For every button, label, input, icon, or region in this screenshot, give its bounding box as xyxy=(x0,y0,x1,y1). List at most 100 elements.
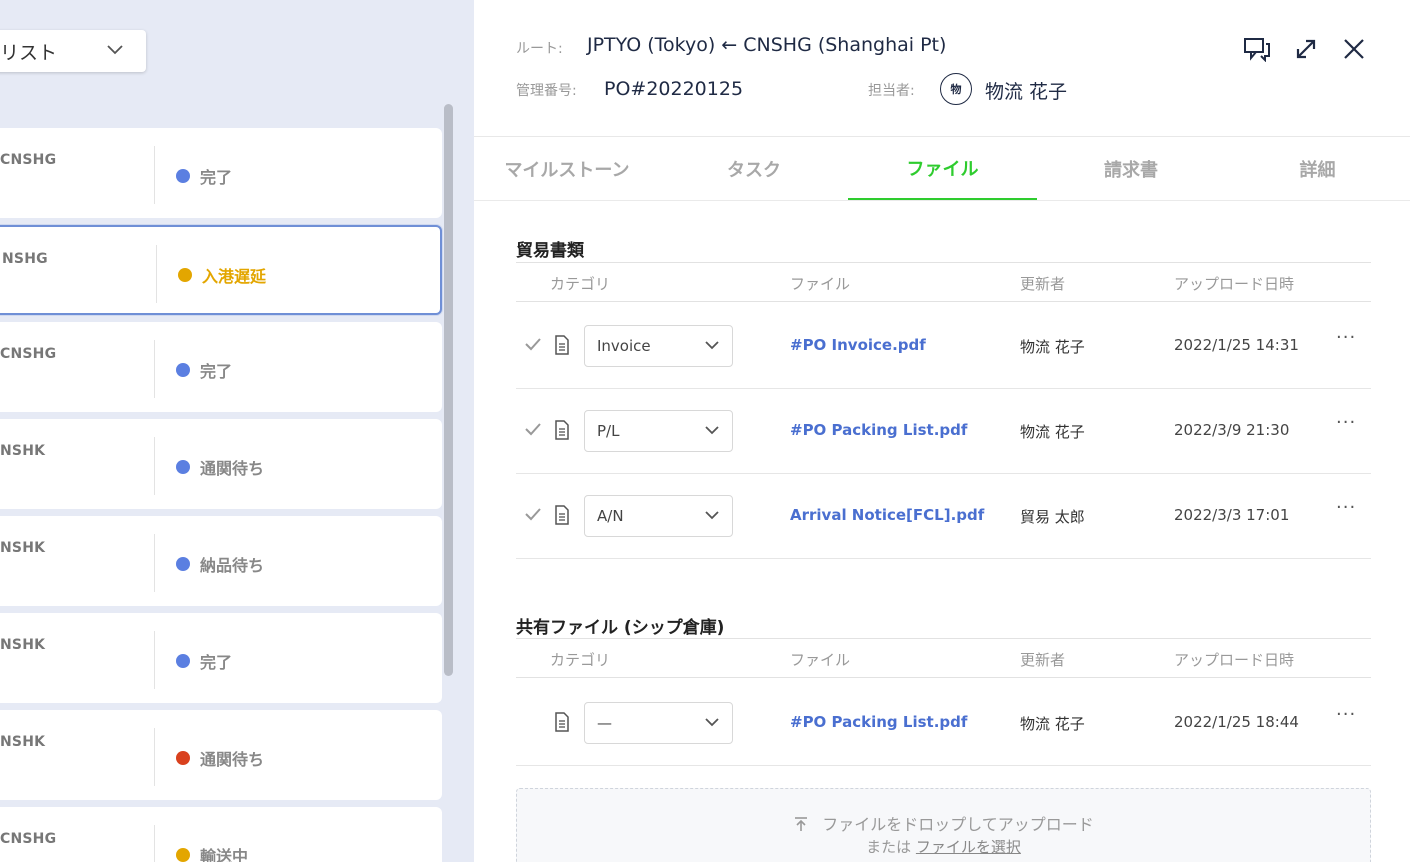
upload-icon xyxy=(795,817,808,831)
chevron-down-icon xyxy=(705,341,719,350)
tab-invoices[interactable]: 請求書 xyxy=(1037,137,1225,200)
avatar: 物 xyxy=(940,73,972,105)
file-link[interactable]: #PO Packing List.pdf xyxy=(790,713,967,731)
more-options-icon[interactable]: ··· xyxy=(1336,327,1356,348)
status-dot-icon xyxy=(176,169,190,183)
more-options-icon[interactable]: ··· xyxy=(1336,412,1356,433)
updater-name: 物流 花子 xyxy=(1020,715,1085,733)
tab-milestones[interactable]: マイルストーン xyxy=(474,137,660,200)
port-code: CNSHG xyxy=(0,346,57,362)
shipment-card[interactable]: NSHG 入港遅延 xyxy=(0,225,442,315)
status-badge: 完了 xyxy=(176,649,232,673)
tab-files[interactable]: ファイル xyxy=(848,137,1037,200)
chevron-down-icon xyxy=(705,718,719,727)
col-updater: 更新者 xyxy=(1020,651,1066,669)
category-value: A/N xyxy=(597,507,624,525)
status-badge: 輸送中 xyxy=(176,843,248,862)
select-file-link[interactable]: ファイルを選択 xyxy=(916,838,1021,856)
chat-icon[interactable] xyxy=(1242,34,1272,64)
category-select[interactable]: A/N xyxy=(584,495,733,537)
file-link[interactable]: #PO Invoice.pdf xyxy=(790,336,926,354)
card-divider xyxy=(156,245,157,303)
status-text: 輸送中 xyxy=(200,847,249,862)
assignee-label: 担当者: xyxy=(868,83,915,99)
tab-details[interactable]: 詳細 xyxy=(1225,137,1410,200)
route-label: ルート: xyxy=(516,41,563,57)
trade-docs-title: 貿易書類 xyxy=(516,241,584,261)
card-divider xyxy=(154,728,155,786)
status-badge: 完了 xyxy=(176,164,232,188)
status-text: 完了 xyxy=(200,653,233,672)
status-text: 納品待ち xyxy=(200,556,265,575)
chevron-down-icon xyxy=(107,45,123,55)
status-dot-icon xyxy=(176,460,190,474)
chevron-down-icon xyxy=(705,511,719,520)
card-divider xyxy=(154,146,155,204)
port-code: CNSHG xyxy=(0,152,57,168)
category-select[interactable]: P/L xyxy=(584,410,733,452)
document-icon xyxy=(555,712,569,732)
port-code: NSHG xyxy=(2,251,48,267)
status-dot-icon xyxy=(176,557,190,571)
card-divider xyxy=(154,437,155,495)
upload-date: 2022/3/9 21:30 xyxy=(1174,421,1290,439)
shipment-card[interactable]: NSHK 完了 xyxy=(0,613,442,703)
status-dot-icon xyxy=(176,848,190,862)
dropzone-text: ファイルをドロップしてアップロード xyxy=(822,815,1094,834)
status-dot-icon xyxy=(176,751,190,765)
card-divider xyxy=(154,825,155,862)
status-text: 通関待ち xyxy=(200,750,265,769)
col-category: カテゴリ xyxy=(550,275,611,293)
port-code: NSHK xyxy=(0,637,46,653)
port-code: NSHK xyxy=(0,734,46,750)
shipment-detail-panel: ルート: JPTYO (Tokyo) ← CNSHG (Shanghai Pt)… xyxy=(474,0,1410,862)
more-options-icon[interactable]: ··· xyxy=(1336,704,1356,725)
check-icon xyxy=(525,338,541,351)
route-value: JPTYO (Tokyo) ← CNSHG (Shanghai Pt) xyxy=(587,34,947,56)
chevron-down-icon xyxy=(705,426,719,435)
tab-tasks[interactable]: タスク xyxy=(660,137,848,200)
col-uploaded: アップロード日時 xyxy=(1174,275,1295,293)
expand-icon[interactable] xyxy=(1291,34,1321,64)
shipment-card[interactable]: CNSHG 輸送中 xyxy=(0,807,442,862)
status-dot-icon xyxy=(176,654,190,668)
status-text: 入港遅延 xyxy=(202,267,267,286)
card-divider xyxy=(154,340,155,398)
status-text: 通関待ち xyxy=(200,459,265,478)
table-row: Invoice #PO Invoice.pdf 物流 花子 2022/1/25 14:… xyxy=(516,303,1371,389)
status-text: 完了 xyxy=(200,362,233,381)
list-view-dropdown[interactable]: リスト xyxy=(0,30,146,72)
file-dropzone[interactable]: ファイルをドロップしてアップロード または ファイルを選択 xyxy=(516,788,1371,862)
shipment-card[interactable]: CNSHG 完了 xyxy=(0,128,442,218)
document-icon xyxy=(555,335,569,355)
category-select[interactable]: — xyxy=(584,702,733,744)
status-badge: 通関待ち xyxy=(176,746,264,770)
list-view-label: リスト xyxy=(0,41,58,64)
status-dot-icon xyxy=(178,268,192,282)
file-link[interactable]: Arrival Notice[FCL].pdf xyxy=(790,506,984,524)
status-badge: 納品待ち xyxy=(176,552,264,576)
status-badge: 完了 xyxy=(176,358,232,382)
shipment-card[interactable]: NSHK 通関待ち xyxy=(0,419,442,509)
category-select[interactable]: Invoice xyxy=(584,325,733,367)
category-value: P/L xyxy=(597,422,620,440)
shipment-card[interactable]: NSHK 納品待ち xyxy=(0,516,442,606)
more-options-icon[interactable]: ··· xyxy=(1336,497,1356,518)
port-code: NSHK xyxy=(0,540,46,556)
file-link[interactable]: #PO Packing List.pdf xyxy=(790,421,967,439)
document-icon xyxy=(555,420,569,440)
shipment-card[interactable]: CNSHG 完了 xyxy=(0,322,442,412)
detail-tabs: マイルストーン タスク ファイル 請求書 詳細 xyxy=(474,137,1410,201)
status-badge: 入港遅延 xyxy=(178,263,266,287)
document-icon xyxy=(555,505,569,525)
close-icon[interactable] xyxy=(1339,34,1369,64)
shipment-card[interactable]: NSHK 通関待ち xyxy=(0,710,442,800)
port-code: CNSHG xyxy=(0,831,57,847)
status-dot-icon xyxy=(176,363,190,377)
category-value: — xyxy=(597,714,612,732)
card-divider xyxy=(154,631,155,689)
upload-date: 2022/1/25 14:31 xyxy=(1174,336,1299,354)
category-value: Invoice xyxy=(597,337,651,355)
mgmt-number-value: PO#20220125 xyxy=(604,78,744,100)
list-scrollbar[interactable] xyxy=(444,104,453,676)
